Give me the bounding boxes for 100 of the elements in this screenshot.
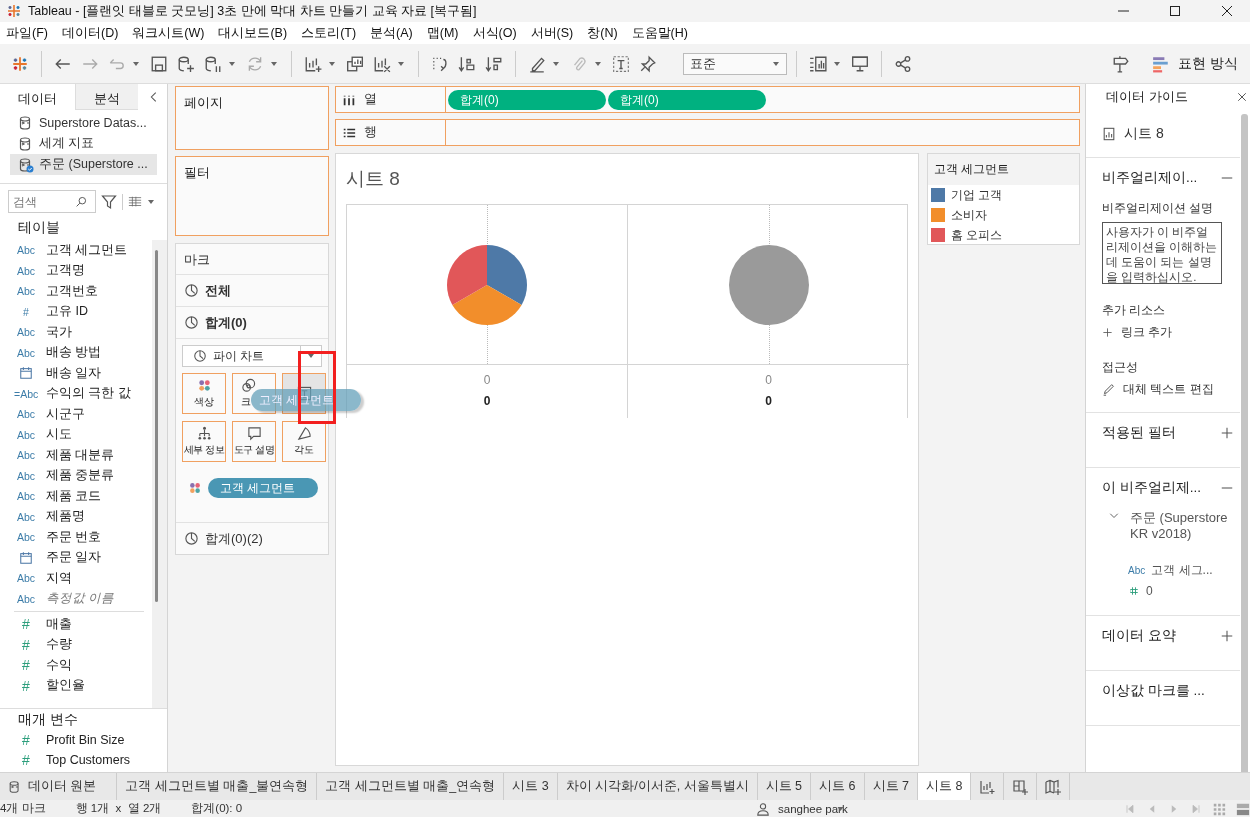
tree-item[interactable]: Abc 고객 세그... xyxy=(1102,560,1234,581)
show-me-button[interactable]: 표현 방식 xyxy=(1148,52,1242,75)
field-item[interactable]: Abc 국가 xyxy=(14,322,152,343)
close-icon[interactable] xyxy=(1236,91,1248,103)
field-item[interactable]: =Abc 수익의 극한 값 xyxy=(14,383,152,404)
database-icon xyxy=(8,779,22,794)
list-view-icon[interactable] xyxy=(128,194,142,209)
scrollbar[interactable] xyxy=(155,250,158,602)
filmstrip-view-icon[interactable] xyxy=(1236,801,1250,816)
caret-icon xyxy=(835,805,845,812)
data-source-item[interactable]: 세계 지표 xyxy=(10,133,157,154)
size-icon xyxy=(241,378,256,393)
field-type-label: Abc xyxy=(15,326,37,339)
field-type-label: # xyxy=(21,752,31,768)
field-item[interactable]: # 할인율 xyxy=(14,675,152,696)
panel-title: 데이터 가이드 xyxy=(1106,88,1188,106)
menu-item[interactable]: 스토리(T) xyxy=(301,24,357,42)
caret-icon[interactable] xyxy=(132,60,140,67)
field-type-label: # xyxy=(21,657,31,674)
search-field[interactable]: 검색 xyxy=(8,190,96,213)
field-item[interactable]: 배송 일자 xyxy=(14,363,152,384)
sort-descending-icon xyxy=(485,54,503,73)
add-link[interactable]: 링크 추가 xyxy=(1102,324,1234,341)
field-item[interactable]: # 수량 xyxy=(14,634,152,655)
menu-item[interactable]: 맵(M) xyxy=(426,24,459,42)
angle-button[interactable]: 각도 xyxy=(282,421,326,462)
menu-item[interactable]: 서식(O) xyxy=(472,24,517,42)
tree-item[interactable]: 0 xyxy=(1102,580,1234,601)
filter-icon[interactable] xyxy=(101,193,117,210)
filters-card[interactable]: 필터 xyxy=(175,156,329,236)
caret-icon[interactable] xyxy=(833,60,841,67)
field-item[interactable]: # Top Customers xyxy=(0,750,167,770)
scrollbar[interactable] xyxy=(1241,114,1248,772)
caret-icon[interactable] xyxy=(147,198,155,205)
tooltip-icon xyxy=(246,426,262,441)
card-title: 페이지 xyxy=(183,95,224,112)
mark-type-dropdown[interactable]: 파이 차트 xyxy=(182,345,322,367)
caret-icon[interactable] xyxy=(552,60,560,67)
expand-icon[interactable] xyxy=(1220,426,1234,440)
field-item[interactable]: Abc 시도 xyxy=(14,424,152,445)
caret-icon[interactable] xyxy=(594,60,602,67)
field-item[interactable]: # 수익 xyxy=(14,655,152,676)
field-item[interactable]: # Profit Bin Size xyxy=(0,730,167,750)
menu-item[interactable]: 분석(A) xyxy=(370,24,413,42)
sheet-tab[interactable]: 시트 8 xyxy=(917,773,972,800)
field-item[interactable]: # 매출 xyxy=(14,614,152,635)
fit-dropdown[interactable]: 표준 xyxy=(683,52,787,75)
dropdown-caret-icon xyxy=(772,60,780,67)
measure-icon xyxy=(1128,584,1140,597)
field-item[interactable]: Abc 시군구 xyxy=(14,404,152,425)
menu-item[interactable]: 파일(F) xyxy=(6,24,48,42)
tooltip-button[interactable]: 도구 설명 xyxy=(232,421,276,462)
field-item[interactable]: Abc 고객명 xyxy=(14,260,152,281)
menu-item[interactable]: 서버(S) xyxy=(530,24,574,42)
pane-tab[interactable]: 분석 xyxy=(75,84,138,110)
menu-item[interactable]: 워크시트(W) xyxy=(132,24,205,42)
data-source-item[interactable]: 주문 (Superstore ... xyxy=(10,154,157,175)
field-item[interactable]: 주문 일자 xyxy=(14,547,152,568)
field-item[interactable]: # 고유 ID xyxy=(14,301,152,322)
marks-layer[interactable]: 합계(0)(2) xyxy=(176,522,328,554)
field-item[interactable]: Abc 측정값 이름 xyxy=(14,588,152,609)
field-item[interactable]: Abc 고객 세그먼트 xyxy=(14,240,152,261)
section-title: 이상값 마크를 ... xyxy=(1102,681,1205,700)
marks-layer[interactable]: 전체 xyxy=(176,275,328,307)
pause-updates-icon xyxy=(204,54,222,73)
field-item[interactable]: Abc 고객번호 xyxy=(14,281,152,302)
description-field[interactable]: 사용자가 이 비주얼리제이션을 이해하는 데 도움이 되는 설명을 입력하십시오. xyxy=(1102,222,1222,284)
menu-item[interactable]: 데이터(D) xyxy=(61,24,119,42)
field-item[interactable]: Abc 제품명 xyxy=(14,506,152,527)
marks-layer[interactable]: 합계(0) xyxy=(176,307,328,339)
field-item[interactable]: Abc 제품 대분류 xyxy=(14,445,152,466)
window-title: Tableau - [플랜잇 태블로 굿모닝] 3초 만에 막대 차트 만들기 교육 자료 [복구됨] xyxy=(28,2,477,20)
section-label: 추가 리소스 xyxy=(1102,302,1167,319)
section-title: 매개 변수 xyxy=(17,711,79,729)
maximize-icon xyxy=(1167,3,1183,19)
app-logo-icon xyxy=(6,3,22,19)
pages-card[interactable]: 페이지 xyxy=(175,86,329,150)
pencil-icon xyxy=(1102,383,1115,396)
minimize-icon xyxy=(1117,10,1129,12)
field-item[interactable]: Abc 제품 코드 xyxy=(14,486,152,507)
sheet-title: 시트 8 xyxy=(346,167,401,191)
caret-icon[interactable] xyxy=(228,60,236,67)
caret-icon[interactable] xyxy=(270,60,278,67)
new-story-icon xyxy=(1045,778,1062,795)
field-item[interactable]: Abc 주문 번호 xyxy=(14,527,152,548)
menu-item[interactable]: 대시보드(B) xyxy=(218,24,288,42)
data-source-item[interactable]: Superstore Datas... xyxy=(10,112,157,133)
caret-icon[interactable] xyxy=(328,60,336,67)
field-item[interactable]: Abc 제품 중분류 xyxy=(14,465,152,486)
tree-node[interactable]: 주문 (Superstore KR v2018) xyxy=(1102,508,1234,561)
edit-alt-text-link[interactable]: 대체 텍스트 편집 xyxy=(1102,381,1234,398)
detail-button[interactable]: 세부 정보 xyxy=(182,421,226,462)
field-item[interactable]: Abc 지역 xyxy=(14,568,152,589)
field-type-label: Abc xyxy=(1128,565,1146,576)
menu-item[interactable]: 창(N) xyxy=(587,24,618,42)
caret-icon[interactable] xyxy=(397,60,405,67)
pin-icon xyxy=(639,54,657,73)
field-item[interactable]: Abc 배송 방법 xyxy=(14,342,152,363)
menu-item[interactable]: 도움말(H) xyxy=(631,24,688,42)
color-button[interactable]: 색상 xyxy=(182,373,226,414)
